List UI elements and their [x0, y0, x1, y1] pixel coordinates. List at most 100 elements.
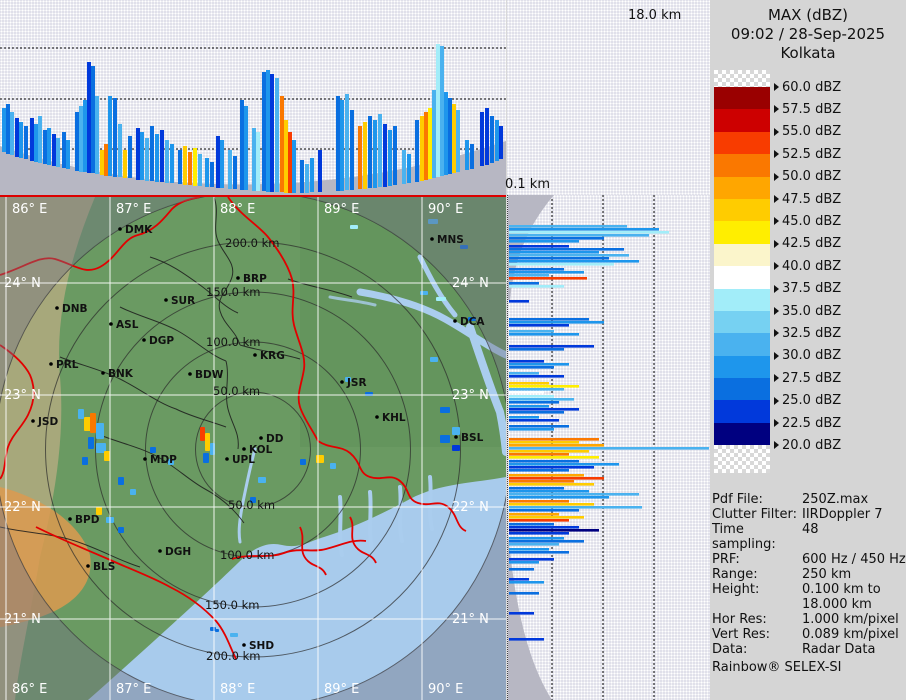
panel-gutter [507, 0, 712, 195]
dbz-scale-label: 45.0 dBZ [774, 214, 841, 229]
dbz-scale-label: 52.5 dBZ [774, 147, 841, 162]
info-row: Clutter Filter: IIRDoppler 7 [712, 507, 883, 522]
dbz-scale-label: 42.5 dBZ [774, 236, 841, 251]
product-info-rows: Pdf File: 250Z.max Clutter Filter: IIRDoppl… [712, 492, 906, 657]
product-title: MAX (dBZ) [767, 6, 849, 24]
range-ring-label: 100.0 km [206, 335, 260, 349]
software-brand: Rainbow® SELEX-SI [712, 660, 842, 675]
colorbar-band [714, 288, 770, 311]
colorbar-band-transparent-top [714, 70, 770, 87]
info-row: 18.000 km [802, 597, 872, 612]
city-label: BSL [461, 432, 484, 444]
longitude-label: 86° E [12, 682, 47, 697]
scale-tick-arrow-icon [774, 195, 779, 203]
info-row: Hor Res: 1.000 km/pixel [712, 612, 899, 627]
radar-map[interactable]: 86° E 86° E 87° E 87° E 88° E 88° E 89° E 89° E… [0, 197, 506, 700]
info-row: Height: 0.100 km to [712, 582, 881, 597]
scale-tick-arrow-icon [774, 262, 779, 271]
city-label: DNB [62, 303, 88, 315]
scale-tick-arrow-icon [774, 351, 779, 360]
colorbar-band [714, 400, 770, 423]
scale-tick-arrow-icon [774, 105, 779, 114]
dbz-scale-label: 22.5 dBZ [774, 416, 841, 431]
scale-tick-arrow-icon [774, 419, 779, 427]
city-label: DGH [165, 546, 191, 558]
city-label: BNK [108, 368, 134, 380]
product-info-block: Pdf File: 250Z.max Clutter Filter: IIRDoppl… [712, 492, 906, 675]
dbz-scale-label: 57.5 dBZ [774, 102, 841, 117]
dbz-scale-label: 30.0 dBZ [774, 348, 841, 363]
latitude-label: 24° N [452, 276, 489, 291]
colorbar-band [714, 310, 770, 334]
city-label: JSD [37, 416, 58, 428]
dbz-scale-label: 37.5 dBZ [774, 281, 841, 296]
city-label: JSR [346, 377, 367, 389]
scale-tick-arrow-icon [774, 307, 779, 315]
side-axis-min-height-label: 0.1 km [505, 177, 550, 192]
colorbar-band-transparent-bottom [714, 445, 770, 474]
info-row: Vert Res: 0.089 km/pixel [712, 627, 899, 642]
colorbar-band [714, 266, 770, 289]
city-label: DGP [149, 335, 174, 347]
scale-tick-arrow-icon [774, 396, 779, 405]
city-label: BLS [93, 561, 115, 573]
info-row: Time sampling: 48 [712, 522, 819, 552]
longitude-label: 88° E [220, 202, 255, 217]
info-row: Range: 250 km [712, 567, 852, 582]
scale-tick-arrow-icon [774, 441, 779, 450]
latitude-label: 23° N [4, 388, 41, 403]
dbz-scale-label: 60.0 dBZ [774, 80, 841, 95]
latitude-label: 23° N [452, 388, 489, 403]
latitude-label: 22° N [4, 500, 41, 515]
top-axis-max-height-label: 18.0 km [628, 8, 682, 23]
colorbar-band [714, 154, 770, 177]
info-row: Pdf File: 250Z.max [712, 492, 869, 507]
dbz-scale-label: 27.5 dBZ [774, 371, 841, 386]
scale-tick-arrow-icon [774, 217, 779, 226]
range-ring-label: 150.0 km [205, 598, 259, 612]
longitude-label: 89° E [324, 682, 359, 697]
dbz-colorbar [714, 70, 770, 474]
dbz-scale-label: 25.0 dBZ [774, 393, 841, 408]
radar-display-window: 18.0 km 0.1 km 86° E 86° E 87° E 87° E 8… [0, 0, 906, 700]
radar-site-name: Kolkata [780, 44, 836, 62]
city-label: UPL [232, 454, 255, 466]
dbz-scale-label: 47.5 dBZ [774, 192, 841, 207]
colorbar-band [714, 221, 770, 244]
dbz-scale-label: 50.0 dBZ [774, 169, 841, 184]
legend-panel: MAX (dBZ) 09:02 / 28-Sep-2025 Kolkata 60… [710, 0, 906, 700]
side-height-profile-panel [507, 195, 712, 700]
colorbar-band [714, 422, 770, 446]
side-panel-reflectivity-bars [509, 225, 709, 641]
city-label: KHL [382, 412, 406, 424]
product-timestamp: 09:02 / 28-Sep-2025 [730, 25, 886, 43]
dbz-scale-label: 32.5 dBZ [774, 326, 841, 341]
city-label: BPD [75, 514, 100, 526]
city-label: PRL [56, 359, 79, 371]
colorbar-band [714, 131, 770, 155]
city-label: ASL [116, 319, 139, 331]
dbz-scale-label: 55.0 dBZ [774, 124, 841, 139]
legend-title-block: MAX (dBZ) 09:02 / 28-Sep-2025 Kolkata [710, 6, 906, 63]
city-label: BDW [195, 369, 224, 381]
colorbar-band [714, 243, 770, 267]
scale-tick-arrow-icon [774, 127, 779, 136]
longitude-label: 90° E [428, 202, 463, 217]
dbz-scale-label: 35.0 dBZ [774, 304, 841, 319]
city-label: BRP [243, 273, 267, 285]
scale-tick-arrow-icon [774, 284, 779, 293]
top-height-profile-panel [0, 0, 506, 195]
longitude-label: 87° E [116, 682, 151, 697]
scale-tick-arrow-icon [774, 172, 779, 181]
range-ring-label: 100.0 km [220, 548, 274, 562]
city-label: DMK [125, 224, 153, 236]
latitude-label: 21° N [4, 612, 41, 627]
latitude-label: 24° N [4, 276, 41, 291]
range-ring-label: 50.0 km [213, 384, 260, 398]
dbz-scale-label: 20.0 dBZ [774, 438, 841, 453]
longitude-label: 87° E [116, 202, 151, 217]
longitude-label: 86° E [12, 202, 47, 217]
scale-tick-arrow-icon [774, 150, 779, 159]
city-label: MNS [437, 234, 464, 246]
scale-tick-arrow-icon [774, 83, 779, 91]
